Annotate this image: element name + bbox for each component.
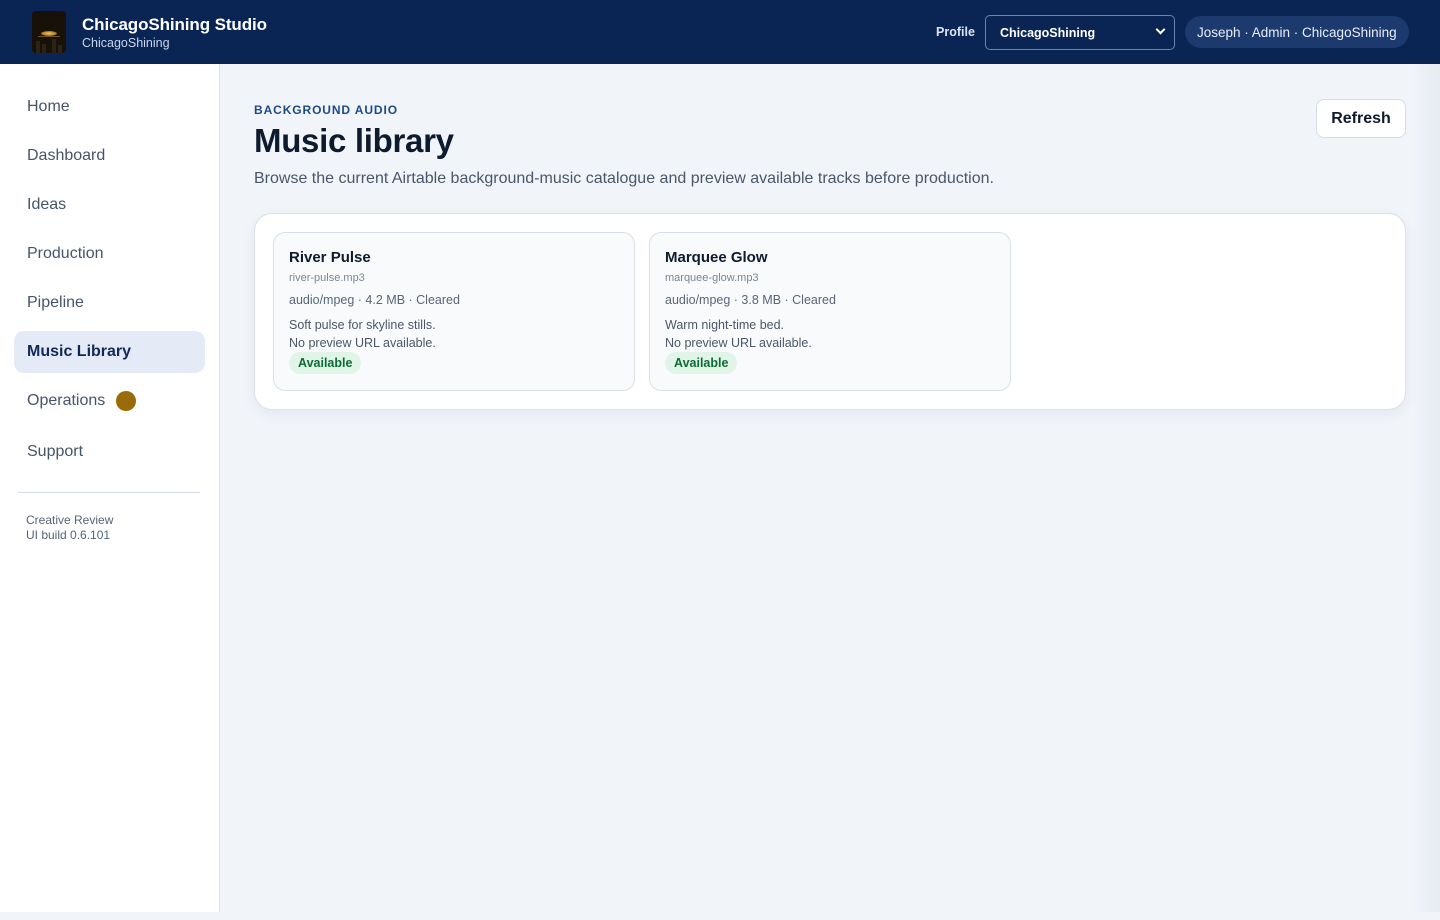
footer-build-version: UI build 0.6.101 — [26, 528, 111, 542]
app-title: ChicagoShining Studio — [82, 15, 267, 34]
track-filename: marquee-glow.mp3 — [665, 272, 759, 284]
track-card[interactable]: Marquee Glow marquee-glow.mp3 audio/mpeg… — [649, 232, 1011, 391]
page-description: Browse the current Airtable background-m… — [254, 170, 994, 187]
sidebar-item-operations[interactable]: Operations — [14, 380, 205, 422]
track-description: Warm night-time bed. — [665, 318, 785, 332]
scroll-shadow — [1412, 64, 1440, 912]
sidebar-divider — [18, 492, 200, 493]
sidebar-item-label: Support — [27, 443, 84, 460]
profile-select[interactable]: ChicagoShining — [985, 15, 1175, 50]
sidebar-item-label: Home — [27, 98, 70, 115]
footer-app-name: Creative Review — [26, 513, 114, 527]
track-title: River Pulse — [289, 249, 371, 266]
track-meta: audio/mpeg · 3.8 MB · Cleared — [665, 293, 836, 307]
sidebar-item-label: Music Library — [27, 343, 132, 360]
sidebar-item-label: Production — [27, 245, 104, 262]
sidebar-item-label: Ideas — [27, 196, 67, 213]
top-bar: ChicagoShining Studio ChicagoShining Pro… — [0, 0, 1440, 64]
sidebar-item-label: Operations — [27, 392, 106, 409]
sidebar: Home Dashboard Ideas Production Pipeline… — [0, 64, 220, 912]
status-badge: Available — [665, 352, 738, 374]
chevron-down-icon — [1155, 24, 1166, 35]
refresh-button[interactable]: Refresh — [1316, 99, 1406, 138]
profile-label: Profile — [936, 25, 975, 39]
sidebar-item-ideas[interactable]: Ideas — [14, 184, 205, 226]
status-badge: Available — [289, 352, 362, 374]
track-description: Soft pulse for skyline stills. — [289, 318, 436, 332]
section-eyebrow: BACKGROUND AUDIO — [254, 103, 398, 117]
sidebar-item-support[interactable]: Support — [14, 431, 205, 473]
sidebar-item-label: Dashboard — [27, 147, 106, 164]
sidebar-item-label: Pipeline — [27, 294, 84, 311]
sidebar-item-pipeline[interactable]: Pipeline — [14, 282, 205, 324]
notification-dot-icon — [116, 391, 137, 411]
track-card[interactable]: River Pulse river-pulse.mp3 audio/mpeg ·… — [273, 232, 635, 391]
track-preview-note: No preview URL available. — [289, 336, 436, 350]
page-title: Music library — [254, 122, 454, 159]
track-meta: audio/mpeg · 4.2 MB · Cleared — [289, 293, 460, 307]
sidebar-item-home[interactable]: Home — [14, 86, 205, 128]
track-preview-note: No preview URL available. — [665, 336, 812, 350]
track-filename: river-pulse.mp3 — [289, 272, 365, 284]
sidebar-item-music-library[interactable]: Music Library — [14, 331, 205, 373]
app-subtitle: ChicagoShining — [82, 36, 170, 50]
sidebar-item-production[interactable]: Production — [14, 233, 205, 275]
brand-logo — [32, 11, 66, 53]
track-title: Marquee Glow — [665, 249, 768, 266]
user-badge[interactable]: Joseph · Admin · ChicagoShining — [1185, 16, 1409, 48]
sidebar-item-dashboard[interactable]: Dashboard — [14, 135, 205, 177]
profile-select-value: ChicagoShining — [1000, 25, 1096, 40]
